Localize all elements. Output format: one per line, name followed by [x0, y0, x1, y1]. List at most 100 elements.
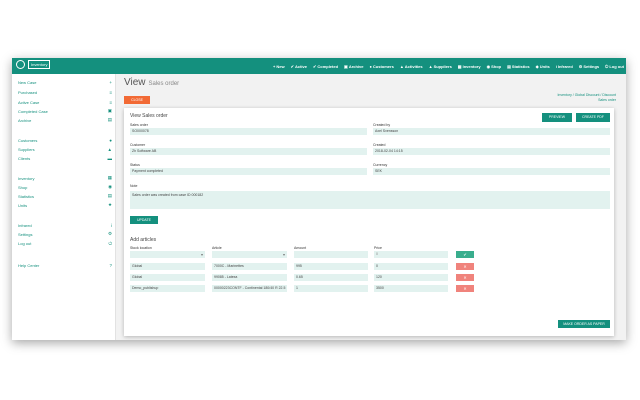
page-title: View Sales order [124, 77, 180, 88]
table-row-article[interactable]: 99085 - Latexa [212, 274, 287, 281]
column-price: Price [374, 246, 382, 250]
sales-order-panel: View Sales order PREVIEW CREATE PDF Sale… [124, 108, 614, 336]
article-select[interactable] [212, 251, 287, 258]
table-row-article[interactable]: 00000223CONTF - Continental 180/40 R 22.… [212, 285, 287, 292]
breadcrumb[interactable]: Inventory / Global Discount / Discount S… [556, 93, 616, 103]
sidebar-item-suppliers[interactable]: Suppliers ▲ [18, 145, 112, 153]
sidebar-item-logout[interactable]: Log out ⏻ [18, 239, 112, 247]
nav-item-archive[interactable]: ▣ Archive [344, 64, 363, 69]
note-textarea[interactable]: Sales order was created from case ID 000… [130, 191, 610, 209]
sidebar-item-active-case[interactable]: Active Case ≡ [18, 98, 112, 106]
sidebar-item-units[interactable]: Units ★ [18, 201, 112, 209]
help-icon: ? [109, 262, 112, 268]
power-icon: ⏻ [108, 240, 112, 246]
close-button[interactable]: CLOSE [124, 96, 150, 104]
nav-item-infrared[interactable]: i Infrared [556, 64, 573, 69]
nav-item-logout[interactable]: ⏻ Log out [605, 64, 624, 69]
sidebar-item-purchased[interactable]: Purchased ≡ [18, 88, 112, 96]
created-field[interactable]: 2018-02-04 14:15 [373, 148, 610, 155]
customer-field[interactable]: Zh Software AB [130, 148, 367, 155]
home-icon: ▲ [107, 146, 112, 152]
top-nav-menu: + New ✔ Active ✔ Completed ▣ Archive ● Custom… [267, 58, 624, 74]
update-button[interactable]: UPDATE [130, 216, 158, 224]
nav-item-customers[interactable]: ● Customers [370, 64, 394, 69]
sales-order-field[interactable]: SO000078 [130, 128, 367, 135]
sales-order-label: Sales order [130, 123, 148, 127]
price-input[interactable]: 0 [374, 251, 448, 258]
customer-label: Customer [130, 143, 146, 147]
currency-field[interactable]: SEK [373, 168, 610, 175]
home-icon: ▲ [428, 63, 433, 69]
sidebar-item-settings[interactable]: Settings ⚙ [18, 230, 112, 238]
created-label: Created [373, 143, 386, 147]
chart-icon: ▤ [507, 63, 511, 69]
user-icon: ● [369, 63, 372, 69]
chart-icon: ▤ [107, 193, 112, 198]
check-icon: ▣ [107, 108, 112, 113]
make-order-button[interactable]: MAKE ORDER AS PAPER [558, 320, 610, 328]
table-row-article[interactable]: 7000C - Marinettes [212, 263, 287, 270]
stock-location-select[interactable] [130, 251, 205, 258]
nav-item-inventory[interactable]: ▦ Inventory [458, 64, 481, 69]
status-field[interactable]: Payment completed [130, 168, 367, 175]
sidebar-item-statistics[interactable]: Statistics ▤ [18, 192, 112, 200]
created-by-field[interactable]: Axel Svensson [373, 128, 610, 135]
top-navbar: Inventory + New ✔ Active ✔ Completed ▣ Archi… [12, 58, 626, 74]
sidebar-item-clients[interactable]: Clients ▬ [18, 154, 112, 162]
nav-item-activities[interactable]: ▲ Activities [400, 64, 423, 69]
table-row-amount[interactable]: 995 [294, 263, 368, 270]
gear-icon: ⚙ [578, 63, 583, 69]
main-content: View Sales order CLOSE Inventory / Global… [116, 74, 626, 340]
table-row-amount[interactable]: 0.65 [294, 274, 368, 281]
sidebar-item-inventory[interactable]: Inventory ▦ [18, 174, 112, 182]
nav-item-units[interactable]: ◆ Units [536, 64, 550, 69]
nav-item-completed[interactable]: ✔ Completed [313, 64, 338, 69]
note-label: Note [130, 184, 138, 188]
nav-item-new[interactable]: + New [273, 64, 285, 69]
list-icon: ≡ [109, 99, 112, 105]
nav-item-suppliers[interactable]: ▲ Suppliers [429, 64, 452, 69]
sidebar-item-help-center[interactable]: Help Center? [18, 261, 112, 269]
table-row-price[interactable]: 0 [374, 263, 448, 270]
close-icon: ✕ [463, 275, 467, 280]
logo-text: Inventory [28, 60, 51, 69]
close-icon: ✕ [463, 286, 467, 291]
check-icon: ✔ [290, 63, 294, 69]
status-label: Status [130, 163, 140, 167]
sidebar-item-archive[interactable]: Archive ▤ [18, 116, 112, 124]
info-icon: i [555, 63, 557, 69]
plus-icon: + [109, 79, 112, 85]
sidebar-item-shop[interactable]: Shop ◉ [18, 183, 112, 191]
nav-item-settings[interactable]: ⚙ Settings [579, 64, 599, 69]
delete-row-button[interactable]: ✕ [456, 263, 474, 270]
column-article: Article [212, 246, 222, 250]
close-icon: ✕ [463, 264, 467, 269]
sidebar-item-completed-case[interactable]: Completed Case ▣ [18, 107, 112, 115]
delete-row-button[interactable]: ✕ [456, 285, 474, 292]
table-row-price[interactable]: 120 [374, 274, 448, 281]
info-icon: i [111, 222, 112, 228]
sidebar-item-new-case[interactable]: New Case + [18, 78, 112, 86]
sidebar-item-infrared[interactable]: Infrared i [18, 221, 112, 229]
nav-item-active[interactable]: ✔ Active [291, 64, 307, 69]
preview-button[interactable]: PREVIEW [542, 113, 572, 122]
nav-item-statistics[interactable]: ▤ Statistics [507, 64, 530, 69]
sidebar-item-customers[interactable]: Customers ● [18, 136, 112, 144]
amount-input[interactable] [294, 251, 368, 258]
create-pdf-button[interactable]: CREATE PDF [576, 113, 610, 122]
nav-item-shop[interactable]: ◉ Shop [487, 64, 502, 69]
column-stock-location: Stock location [130, 246, 152, 250]
logo-icon [16, 60, 25, 69]
table-row-price[interactable]: 3500 [374, 285, 448, 292]
delete-row-button[interactable]: ✕ [456, 274, 474, 281]
table-row-location[interactable]: Global [130, 263, 205, 270]
plus-icon: + [273, 63, 276, 69]
currency-label: Currency [373, 163, 388, 167]
pin-icon: ◉ [108, 184, 112, 189]
table-row-location[interactable]: Global [130, 274, 205, 281]
add-article-button[interactable]: ✔ [456, 251, 474, 258]
table-row-amount[interactable]: 1 [294, 285, 368, 292]
table-row-location[interactable]: Demo_publishup [130, 285, 205, 292]
truck-icon: ▲ [399, 63, 404, 69]
logo[interactable]: Inventory [16, 60, 51, 69]
